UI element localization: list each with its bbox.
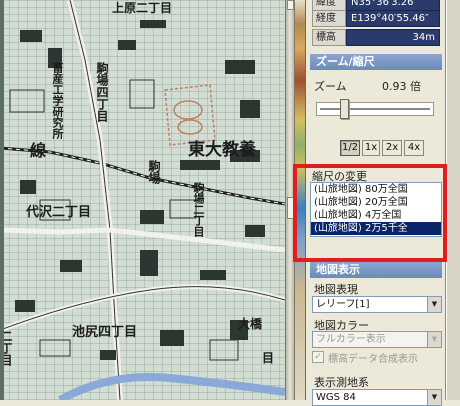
label-tokuma: 目 — [262, 351, 275, 365]
map-display-header[interactable]: 地図表示 — [310, 262, 442, 278]
topographic-map[interactable]: 上原二丁目 畜産工学研究所 駒場四丁目 東大教養 駒場 駒場二丁目 代沢二丁目 … — [0, 0, 285, 400]
scale-item-800k[interactable]: (山旅地図) 80万全国 — [311, 183, 441, 196]
label-sen: 線 — [30, 141, 47, 160]
chevron-down-icon[interactable]: ▼ — [427, 297, 441, 312]
scale-item-200k[interactable]: (山旅地図) 20万全国 — [311, 196, 441, 209]
elevation-color-band — [295, 0, 306, 400]
map-features — [0, 0, 285, 400]
road-main — [67, 0, 123, 400]
zoom-4x-button[interactable]: 4x — [404, 140, 424, 156]
altitude-row: 標高 34m — [312, 29, 440, 46]
scroll-top-button[interactable] — [287, 0, 294, 10]
longitude-label: 経度 — [312, 10, 346, 27]
road-west — [0, 227, 285, 253]
label-higashi: 東大教養 — [188, 140, 256, 160]
chevron-down-icon[interactable]: ▼ — [427, 390, 441, 405]
zoom-1x-button[interactable]: 1x — [362, 140, 380, 156]
zoom-slider-thumb[interactable] — [340, 99, 350, 119]
label-komaba: 駒場 — [147, 160, 161, 184]
longitude-row: 経度 E139°40′55.46″ — [312, 10, 440, 27]
zoom-label: ズーム — [314, 80, 347, 93]
representation-value: レリーフ[1] — [316, 299, 370, 310]
representation-select[interactable]: レリーフ[1] ▼ — [312, 296, 442, 313]
control-panel: 緯度 N35°36′3.26″ 経度 E139°40′55.46″ 標高 34m… — [306, 0, 446, 406]
geodetic-label: 表示測地系 — [314, 376, 369, 389]
zoom-half-button[interactable]: 1/2 — [340, 140, 360, 156]
panel-right-strip — [446, 0, 460, 400]
road-main-outline — [69, 0, 121, 400]
label-kamihara: 上原二丁目 — [112, 1, 173, 15]
label-daizawa: 代沢二丁目 — [26, 205, 92, 220]
elevation-checkbox[interactable]: ✓ — [312, 351, 324, 363]
track-1 — [173, 100, 203, 120]
elevation-checkbox-label: 標高データ合成表示 — [328, 354, 418, 365]
track-2 — [177, 119, 203, 135]
scale-listbox[interactable]: (山旅地図) 80万全国 (山旅地図) 20万全国 (山旅地図) 4万全国 (山… — [310, 182, 442, 237]
zoom-2x-button[interactable]: 2x — [382, 140, 402, 156]
altitude-label: 標高 — [312, 29, 346, 46]
altitude-number: 34m — [412, 32, 435, 43]
chevron-down-icon[interactable]: ▼ — [427, 332, 441, 347]
label-institute: 畜産工学研究所 — [51, 62, 64, 139]
geodetic-select[interactable]: WGS 84 ▼ — [312, 389, 442, 406]
elevation-checkbox-row[interactable]: ✓ 標高データ合成表示 — [312, 349, 444, 365]
label-ikejiri: 池尻四丁目 — [72, 325, 138, 340]
scroll-handle[interactable] — [287, 197, 294, 219]
representation-label: 地図表現 — [314, 283, 358, 296]
altitude-value: 34m — [346, 29, 440, 46]
campus-field — [164, 84, 216, 146]
geodetic-value: WGS 84 — [316, 392, 356, 403]
map-color-value: フルカラー表示 — [316, 334, 386, 345]
zoom-slider-groove — [320, 108, 430, 110]
longitude-value: E139°40′55.46″ — [346, 10, 440, 27]
map-left-edge — [0, 0, 4, 400]
label-kuokawa: 駒場二丁目 — [192, 182, 205, 237]
map-color-select[interactable]: フルカラー表示 ▼ — [312, 331, 442, 348]
label-ohashi: 大橋 — [238, 317, 263, 331]
label-komaba4: 駒場四丁目 — [95, 62, 109, 122]
map-scrollbar[interactable] — [285, 0, 295, 400]
scale-item-25k[interactable]: (山旅地図) 2万5千全 — [311, 222, 441, 235]
zoom-section-header[interactable]: ズーム/縮尺 — [310, 54, 442, 70]
zoom-value: 0.93 倍 — [382, 80, 421, 93]
highway — [58, 372, 285, 400]
scale-item-40k[interactable]: (山旅地図) 4万全国 — [311, 209, 441, 222]
